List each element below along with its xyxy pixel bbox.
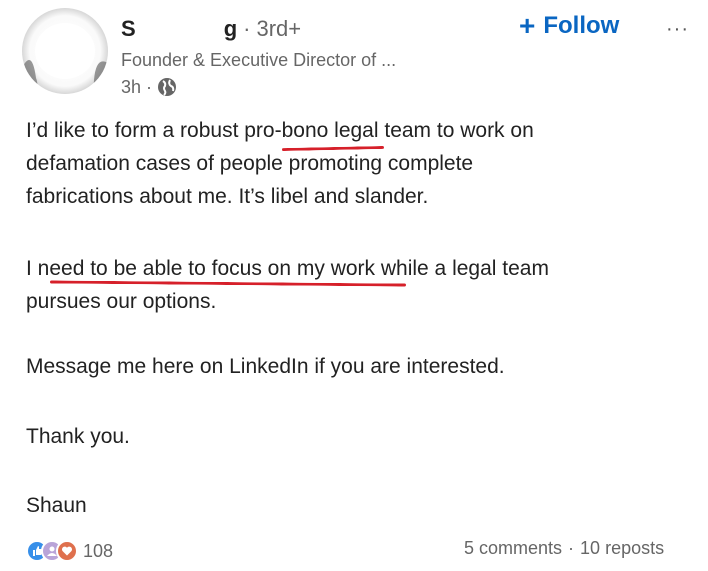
follow-button[interactable]: + Follow [519, 12, 619, 40]
comments-count-link[interactable]: 5 comments [464, 538, 562, 558]
avatar[interactable] [22, 8, 108, 94]
post-signature: Shaun [26, 489, 87, 522]
linkedin-post: Sg · 3rd+ Founder & Executive Director of … [0, 0, 708, 571]
reaction-count: 108 [83, 540, 114, 561]
post-paragraph: Thank you. [26, 420, 130, 453]
post-meta: 3h · [121, 76, 177, 98]
globe-icon [157, 77, 177, 97]
author-name-last[interactable]: g [224, 16, 237, 41]
post-paragraph: I’d like to form a robust pro-bono legal… [26, 114, 534, 213]
separator-dot: · [146, 77, 153, 97]
author-name-first[interactable]: S [121, 16, 136, 41]
follow-label: Follow [543, 12, 620, 39]
post-time: 3h [121, 77, 142, 97]
post-text-line: pursues our options. [26, 290, 217, 313]
post-paragraph: Message me here on LinkedIn if you are i… [26, 350, 505, 383]
plus-icon: + [519, 10, 536, 41]
more-options-button[interactable]: ··· [666, 18, 689, 41]
separator-dot: · [568, 538, 575, 558]
connection-degree: 3rd+ [256, 16, 302, 41]
post-text-line: I’d like to form a robust pro-bono legal… [26, 119, 534, 142]
reposts-count-link[interactable]: 10 reposts [580, 538, 664, 558]
author-headline: Founder & Executive Director of ... [121, 50, 397, 70]
post-text-line: Message me here on LinkedIn if you are i… [26, 355, 505, 378]
reactions-summary[interactable]: 108 [26, 540, 113, 562]
love-reaction-icon [56, 540, 78, 562]
author-name-line: Sg · 3rd+ [121, 16, 301, 42]
post-stats: 5 comments · 10 reposts [464, 538, 664, 559]
post-text-line: fabrications about me. It’s libel and sl… [26, 185, 429, 208]
post-text-line: Shaun [26, 494, 87, 517]
avatar-image [22, 23, 108, 94]
post-text-line: defamation cases of people promoting com… [26, 152, 474, 175]
post-text-line: Thank you. [26, 425, 130, 448]
separator-dot: · [243, 16, 251, 41]
